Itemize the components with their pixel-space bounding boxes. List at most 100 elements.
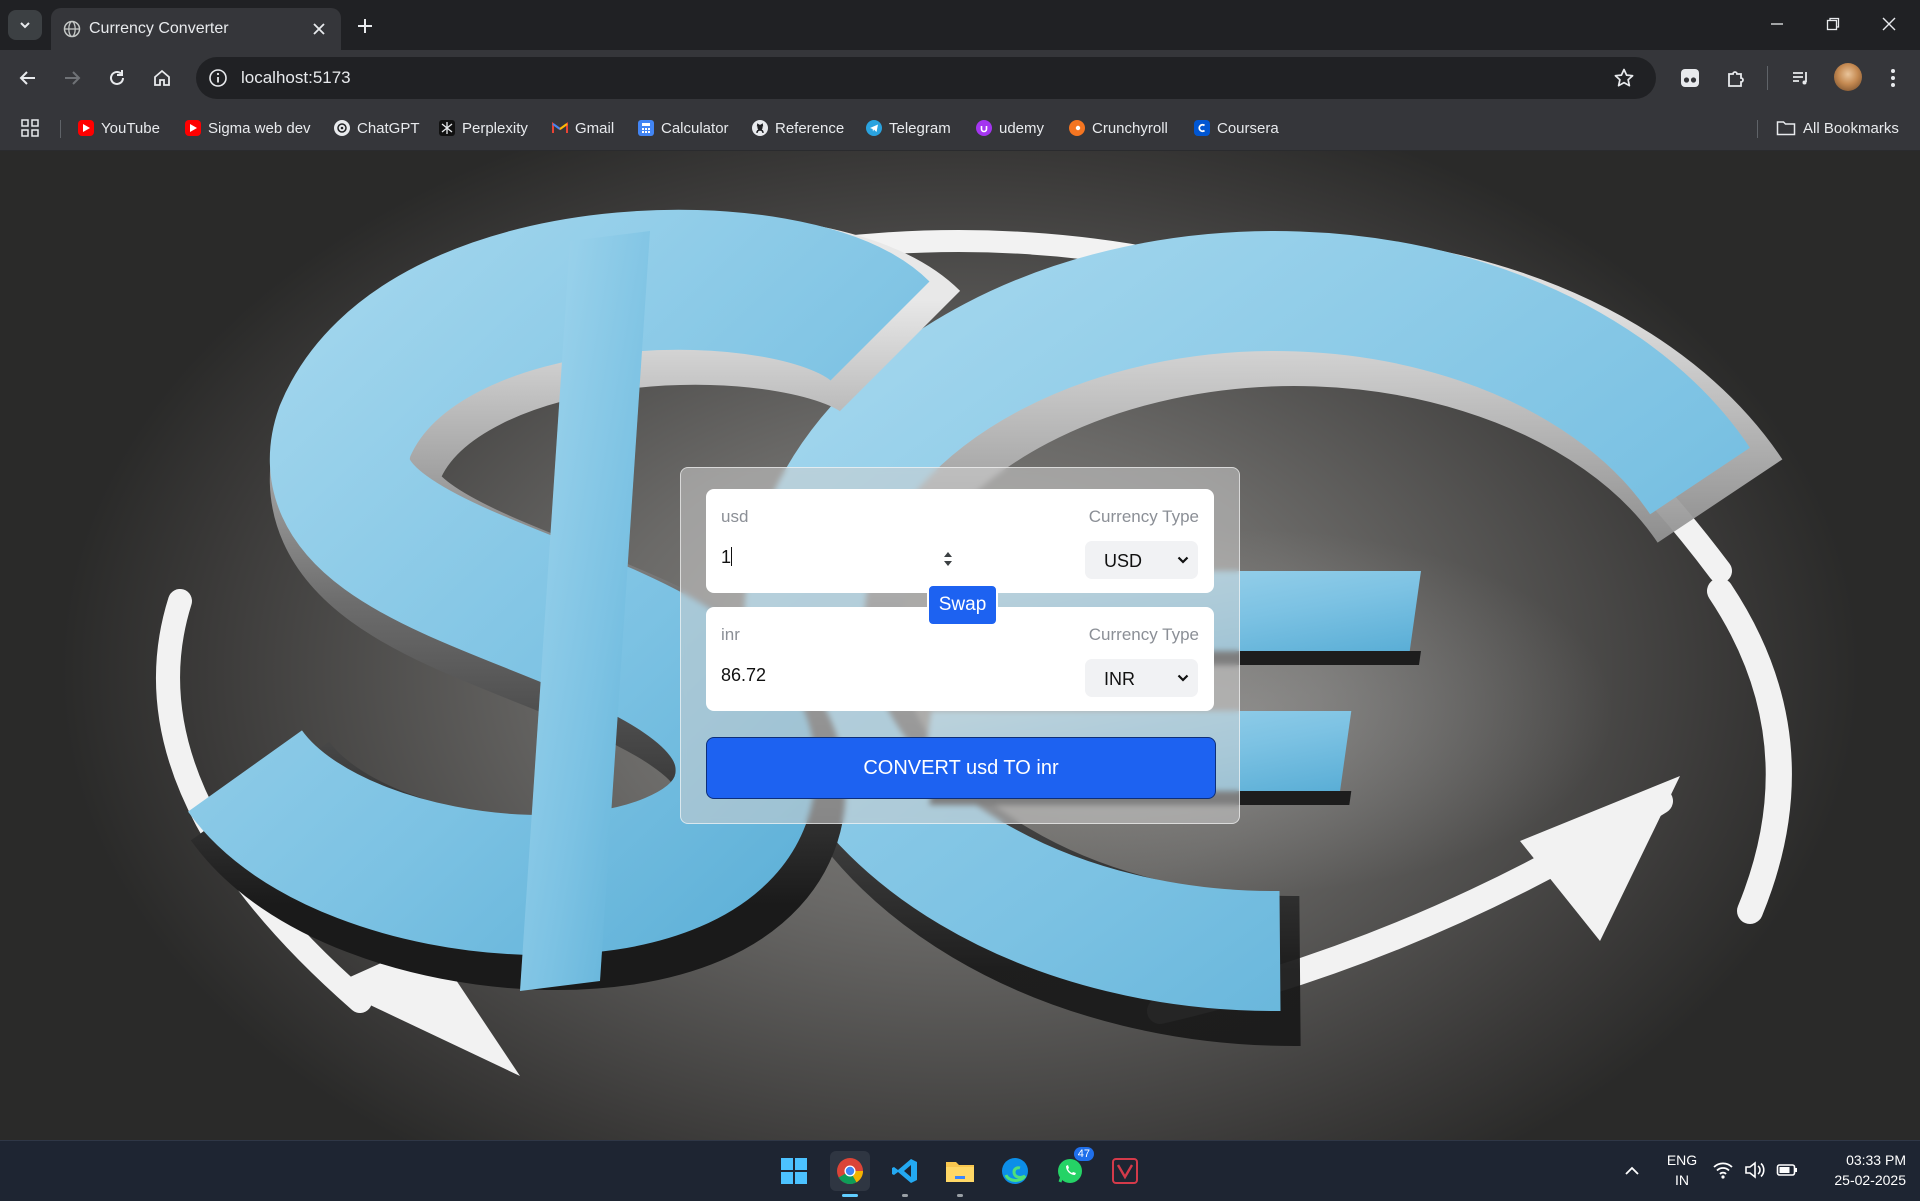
bookmarks-divider (1757, 120, 1758, 138)
convert-button[interactable]: CONVERT usd TO inr (706, 737, 1216, 799)
home-button[interactable] (146, 62, 178, 94)
minimize-button[interactable] (1754, 8, 1800, 40)
restore-button[interactable] (1810, 8, 1856, 40)
calculator-icon (638, 120, 654, 136)
profile-avatar[interactable] (1834, 63, 1862, 91)
crunchyroll-icon (1069, 120, 1085, 136)
battery-icon (1776, 1160, 1798, 1180)
chevron-up-icon (1624, 1166, 1640, 1176)
url-text[interactable]: localhost:5173 (241, 68, 351, 88)
edge-icon (1001, 1157, 1029, 1185)
to-currency-select[interactable]: INR (1085, 659, 1198, 697)
file-explorer-icon (945, 1158, 975, 1184)
glasses-icon (1679, 67, 1701, 89)
number-spinner-icon[interactable] (942, 549, 954, 569)
back-button[interactable] (12, 62, 44, 94)
all-bookmarks-label: All Bookmarks (1803, 119, 1899, 137)
from-amount-value: 1 (721, 547, 732, 567)
bookmark-label: Perplexity (462, 119, 528, 137)
wifi-icon (1712, 1160, 1734, 1180)
udemy-icon (976, 120, 992, 136)
taskbar-vscode[interactable] (885, 1151, 925, 1197)
bookmark-sigma-web-dev[interactable]: Sigma web dev (185, 115, 311, 141)
tab-strip: Currency Converter (0, 0, 1920, 50)
app-icon (1112, 1158, 1138, 1184)
taskbar-whatsapp[interactable]: 47 (1050, 1147, 1094, 1191)
windows-start-icon (780, 1157, 808, 1185)
browser-toolbar: localhost:5173 (0, 50, 1920, 106)
forward-button[interactable] (56, 62, 88, 94)
arrow-left-icon (18, 68, 38, 88)
globe-icon (63, 20, 81, 38)
chevron-down-icon (1177, 673, 1189, 683)
chrome-icon (835, 1156, 865, 1186)
to-amount-field[interactable]: 86.72 (721, 665, 766, 686)
new-tab-button[interactable] (352, 13, 378, 39)
chevron-down-icon (1177, 555, 1189, 565)
more-vertical-icon (1890, 68, 1896, 88)
clock-time: 03:33 PM (1846, 1152, 1906, 1168)
whatsapp-badge: 47 (1073, 1147, 1094, 1161)
bookmarks-divider (60, 120, 61, 138)
from-currency-select[interactable]: USD (1085, 541, 1198, 579)
bookmark-chatgpt[interactable]: ChatGPT (334, 115, 420, 141)
clock-date: 25-02-2025 (1834, 1172, 1906, 1188)
apps-grid-icon (20, 118, 40, 138)
arrow-right-icon (62, 68, 82, 88)
bookmark-label: ChatGPT (357, 119, 420, 137)
bookmark-label: udemy (999, 119, 1045, 137)
volume-icon (1744, 1160, 1766, 1180)
all-bookmarks-button[interactable]: All Bookmarks (1776, 115, 1899, 141)
coursera-icon (1194, 120, 1210, 136)
taskbar-app[interactable] (1105, 1151, 1145, 1191)
reload-icon (107, 68, 127, 88)
swap-button[interactable]: Swap (927, 584, 998, 626)
bookmark-reference[interactable]: Reference (752, 115, 844, 141)
reload-button[interactable] (101, 62, 133, 94)
browser-tab[interactable]: Currency Converter (51, 8, 341, 50)
to-currency-value: INR (1104, 669, 1135, 689)
extensions-button[interactable] (1720, 62, 1752, 94)
bookmark-label: Calculator (661, 119, 729, 137)
address-bar[interactable]: localhost:5173 (196, 57, 1656, 99)
toolbar-divider (1767, 66, 1768, 90)
taskbar-edge[interactable] (995, 1151, 1035, 1191)
bookmark-udemy[interactable]: udemy (976, 115, 1044, 141)
bookmark-crunchyroll[interactable]: Crunchyroll (1069, 115, 1168, 141)
taskbar-file-explorer[interactable] (940, 1151, 980, 1197)
bookmark-gmail[interactable]: Gmail (552, 115, 614, 141)
tab-search-button[interactable] (8, 10, 42, 40)
start-button[interactable] (774, 1151, 814, 1191)
input-language-indicator[interactable]: ENG IN (1660, 1150, 1704, 1190)
media-control-button[interactable] (1785, 62, 1817, 94)
bookmark-telegram[interactable]: Telegram (866, 115, 951, 141)
incognito-extension-button[interactable] (1674, 62, 1706, 94)
youtube-icon (78, 120, 94, 136)
site-info-icon[interactable] (208, 68, 228, 88)
openai-icon (334, 120, 350, 136)
close-tab-icon[interactable] (309, 19, 329, 39)
from-currency-value: USD (1104, 551, 1143, 571)
home-icon (152, 68, 172, 88)
bookmark-perplexity[interactable]: Perplexity (439, 115, 528, 141)
to-currency-type-label: Currency Type (1088, 625, 1199, 644)
bookmark-label: Telegram (889, 119, 951, 137)
bookmark-coursera[interactable]: Coursera (1194, 115, 1279, 141)
plus-icon (357, 18, 373, 34)
bookmark-label: Reference (775, 119, 845, 137)
bookmark-youtube[interactable]: YouTube (78, 115, 160, 141)
bookmark-calculator[interactable]: Calculator (638, 115, 729, 141)
taskbar-clock[interactable]: 03:33 PM 25-02-2025 (1806, 1150, 1906, 1190)
whatsapp-icon (1056, 1157, 1084, 1185)
from-amount-input[interactable]: 1 (721, 547, 733, 568)
close-window-button[interactable] (1866, 8, 1912, 40)
running-indicator (842, 1194, 858, 1197)
bookmark-label: YouTube (101, 119, 160, 137)
apps-button[interactable] (20, 115, 40, 141)
system-tray[interactable] (1712, 1160, 1798, 1180)
browser-menu-button[interactable] (1877, 62, 1909, 94)
taskbar-chrome[interactable] (830, 1151, 870, 1197)
tab-title: Currency Converter (89, 20, 229, 37)
bookmark-star-icon[interactable] (1613, 67, 1635, 89)
show-hidden-icons-button[interactable] (1612, 1151, 1652, 1191)
